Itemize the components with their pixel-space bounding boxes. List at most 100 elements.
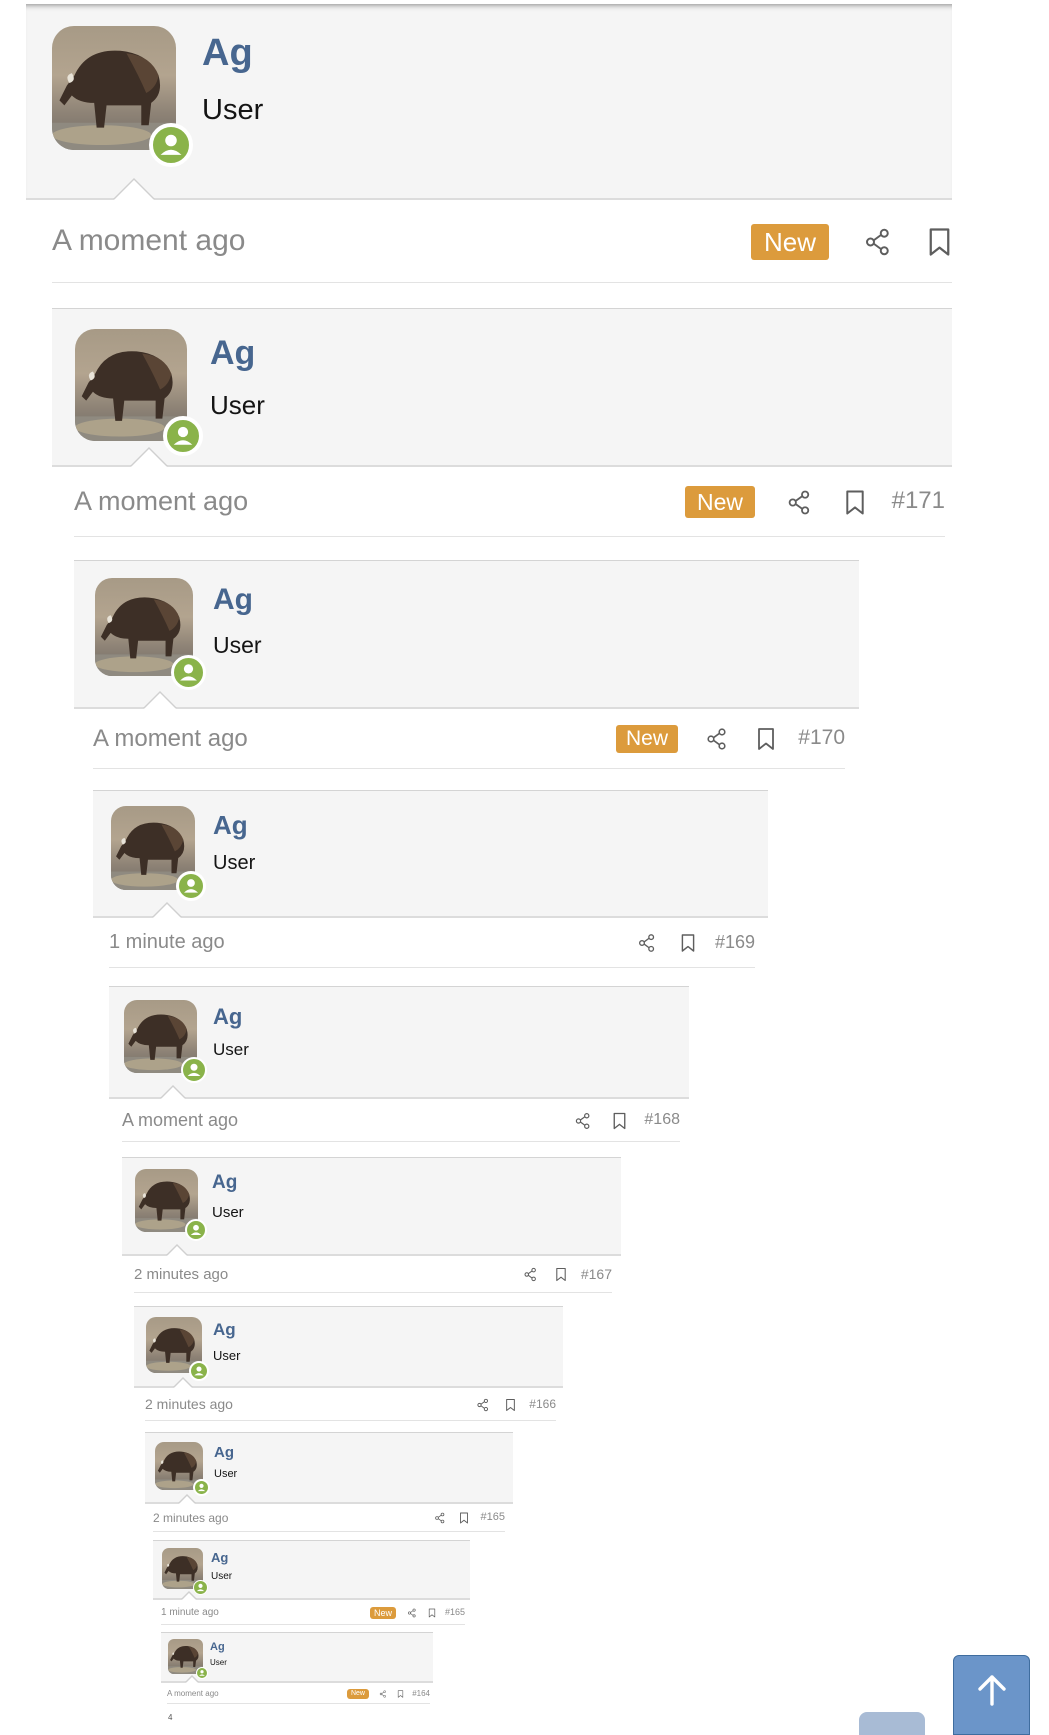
post-number[interactable]: #168 — [644, 1111, 680, 1129]
username[interactable]: Ag — [210, 334, 255, 373]
post-meta-row: 2 minutes ago #166 — [145, 1388, 556, 1421]
post-number[interactable]: #167 — [581, 1266, 612, 1282]
username[interactable]: Ag — [202, 32, 253, 75]
post-timestamp[interactable]: 2 minutes ago — [145, 1396, 233, 1412]
card-arrow — [114, 180, 154, 200]
bookmark-icon[interactable] — [844, 489, 866, 516]
share-icon[interactable] — [434, 1512, 446, 1524]
username[interactable]: Ag — [213, 810, 248, 841]
post-meta-row: A moment ago #171 New — [74, 467, 945, 537]
post-timestamp[interactable]: A moment ago — [93, 725, 248, 753]
user-status-icon — [149, 123, 193, 167]
post-author-card: Ag User — [122, 1157, 621, 1256]
post-meta-row: A moment ago New — [52, 200, 952, 283]
bookmark-icon[interactable] — [459, 1512, 469, 1524]
nested-post-thread: Ag User A moment ago New Ag User A moment ago #… — [0, 0, 1049, 1735]
card-arrow — [153, 904, 181, 918]
bookmark-icon[interactable] — [927, 227, 952, 257]
user-status-icon — [185, 1219, 207, 1241]
post-meta-row: 2 minutes ago #167 — [134, 1256, 612, 1293]
post-meta-row: A moment ago #170 New — [93, 709, 845, 769]
user-status-icon — [189, 1361, 209, 1381]
bottom-tab-stub[interactable] — [859, 1712, 925, 1735]
post-number[interactable]: #165 — [481, 1511, 505, 1523]
user-status-icon — [163, 416, 203, 456]
post-timestamp[interactable]: A moment ago — [52, 224, 245, 258]
card-arrow — [179, 1496, 195, 1504]
post-number[interactable]: #164 — [412, 1689, 430, 1698]
user-role: User — [213, 852, 256, 874]
post-author-card: Ag User — [26, 4, 952, 200]
bookmark-icon[interactable] — [612, 1112, 627, 1130]
card-arrow — [144, 693, 176, 709]
card-arrow — [167, 1246, 187, 1256]
new-badge: New — [685, 486, 755, 518]
username[interactable]: Ag — [213, 1004, 242, 1030]
share-icon[interactable] — [523, 1267, 538, 1282]
user-status-icon — [171, 655, 206, 690]
user-role: User — [211, 1571, 233, 1582]
user-status-icon — [196, 1667, 208, 1679]
bookmark-icon[interactable] — [428, 1608, 436, 1618]
username[interactable]: Ag — [212, 1172, 237, 1194]
share-icon[interactable] — [476, 1398, 490, 1412]
username[interactable]: Ag — [211, 1550, 228, 1565]
user-status-icon — [176, 871, 206, 901]
username[interactable]: Ag — [214, 1444, 234, 1461]
bookmark-icon[interactable] — [397, 1690, 404, 1698]
share-icon[interactable] — [863, 227, 893, 257]
new-badge: New — [616, 725, 678, 753]
user-role: User — [213, 1348, 241, 1363]
username[interactable]: Ag — [210, 1641, 225, 1653]
post-timestamp[interactable]: 1 minute ago — [109, 931, 225, 954]
card-arrow — [131, 449, 167, 467]
share-icon[interactable] — [786, 489, 813, 516]
page-indicator: 4 — [168, 1713, 173, 1722]
post-number[interactable]: #165 — [445, 1607, 465, 1617]
bookmark-icon[interactable] — [505, 1398, 516, 1412]
scroll-to-top-button[interactable] — [953, 1655, 1030, 1735]
bookmark-icon[interactable] — [756, 727, 776, 751]
share-icon[interactable] — [637, 933, 657, 953]
user-role: User — [202, 94, 264, 126]
post-timestamp[interactable]: A moment ago — [74, 486, 248, 517]
new-badge: New — [347, 1689, 369, 1699]
card-arrow — [161, 1087, 185, 1099]
new-badge: New — [370, 1607, 396, 1619]
post-timestamp[interactable]: 2 minutes ago — [153, 1511, 228, 1525]
user-status-icon — [193, 1479, 210, 1496]
new-badge: New — [751, 224, 829, 260]
user-status-icon — [181, 1057, 207, 1083]
user-role: User — [212, 1204, 244, 1221]
post-meta-row: 1 minute ago #165 New — [161, 1600, 465, 1625]
post-timestamp[interactable]: 2 minutes ago — [134, 1266, 228, 1283]
post-timestamp[interactable]: A moment ago — [122, 1110, 238, 1131]
post-author-card: Ag User — [134, 1306, 563, 1388]
share-icon[interactable] — [705, 727, 729, 751]
user-role: User — [210, 390, 265, 420]
share-icon[interactable] — [379, 1690, 387, 1698]
post-number[interactable]: #170 — [798, 726, 845, 750]
card-arrow — [174, 1379, 192, 1388]
bookmark-icon[interactable] — [555, 1267, 567, 1282]
bookmark-icon[interactable] — [680, 933, 696, 953]
post-number[interactable]: #171 — [892, 487, 945, 515]
post-author-card: Ag User — [161, 1632, 433, 1683]
user-status-icon — [193, 1580, 208, 1595]
share-icon[interactable] — [574, 1112, 592, 1130]
post-timestamp[interactable]: 1 minute ago — [161, 1607, 219, 1618]
user-role: User — [210, 1658, 227, 1667]
post-author-card: Ag User — [74, 560, 859, 709]
post-author-card: Ag User — [153, 1540, 470, 1600]
post-meta-row: A moment ago #168 — [122, 1099, 680, 1142]
post-author-card: Ag User — [109, 986, 689, 1099]
username[interactable]: Ag — [213, 583, 253, 617]
user-role: User — [214, 1468, 238, 1480]
card-arrow — [182, 1593, 196, 1600]
username[interactable]: Ag — [213, 1320, 236, 1340]
post-meta-row: A moment ago #164 New — [167, 1683, 430, 1704]
post-number[interactable]: #169 — [715, 932, 755, 953]
post-timestamp[interactable]: A moment ago — [167, 1689, 219, 1698]
post-number[interactable]: #166 — [529, 1397, 556, 1411]
share-icon[interactable] — [407, 1608, 417, 1618]
